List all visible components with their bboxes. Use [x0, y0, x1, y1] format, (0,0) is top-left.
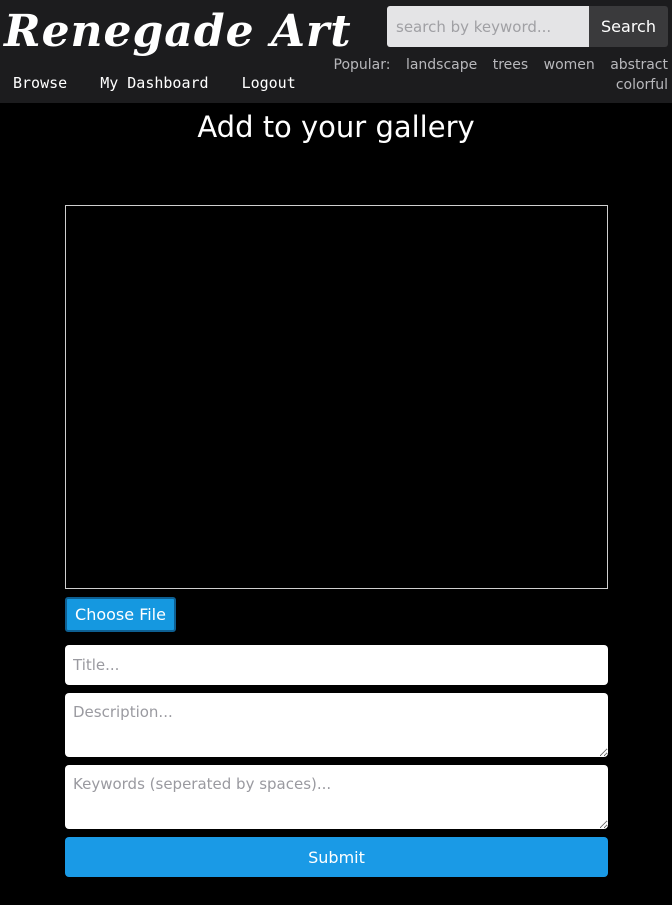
- popular-tag-abstract[interactable]: abstract: [610, 57, 668, 73]
- image-preview-area: [65, 205, 608, 589]
- description-textarea[interactable]: [65, 693, 608, 757]
- title-input[interactable]: [65, 645, 608, 685]
- submit-button[interactable]: Submit: [65, 837, 608, 877]
- nav-logout-link[interactable]: Logout: [242, 74, 296, 92]
- popular-tag-colorful[interactable]: colorful: [616, 77, 668, 93]
- popular-tag-women[interactable]: women: [544, 57, 595, 73]
- popular-tag-trees[interactable]: trees: [493, 57, 528, 73]
- top-bar: Renegade Art Browse My Dashboard Logout …: [0, 0, 672, 103]
- popular-tags: Popular: landscape trees women abstract …: [328, 55, 668, 95]
- search-input[interactable]: [387, 6, 589, 47]
- choose-file-button[interactable]: Choose File: [65, 597, 176, 632]
- popular-label: Popular:: [333, 57, 391, 73]
- popular-tag-landscape[interactable]: landscape: [406, 57, 477, 73]
- search-button[interactable]: Search: [589, 6, 668, 47]
- keywords-textarea[interactable]: [65, 765, 608, 829]
- nav-browse-link[interactable]: Browse: [13, 74, 67, 92]
- nav-dashboard-link[interactable]: My Dashboard: [100, 74, 208, 92]
- site-logo[interactable]: Renegade Art: [4, 6, 352, 57]
- main-nav: Browse My Dashboard Logout: [13, 74, 329, 92]
- search-bar: Search: [387, 6, 668, 47]
- page-title: Add to your gallery: [197, 110, 475, 144]
